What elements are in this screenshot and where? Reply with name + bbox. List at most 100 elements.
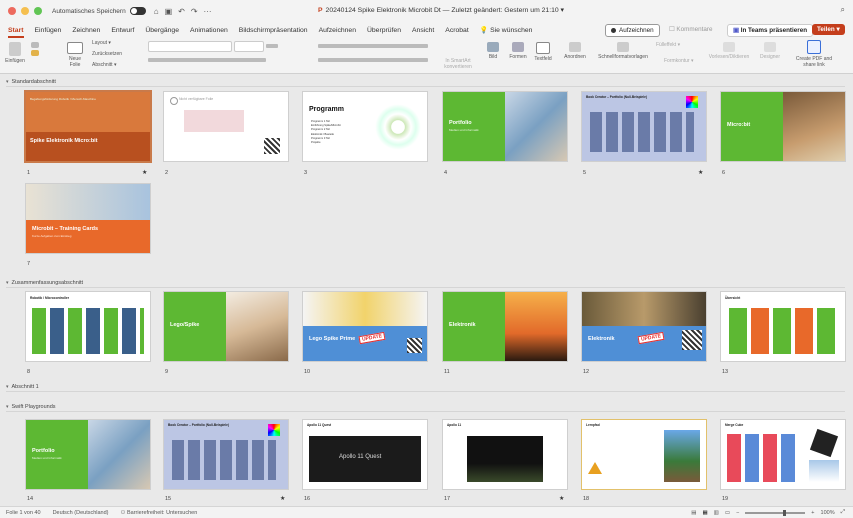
tab-acrobat[interactable]: Acrobat — [445, 27, 468, 34]
dictate-button[interactable]: Vorlesen/Diktieren — [708, 42, 750, 60]
fit-window-icon[interactable]: ⤢ — [841, 509, 845, 516]
tab-entwurf[interactable]: Entwurf — [111, 27, 134, 34]
quick-styles-icon — [617, 42, 629, 52]
arrange-icon — [569, 42, 581, 52]
slide-thumbnail-7[interactable]: Microbit – Training Cards Kurze Aufgaben… — [26, 184, 150, 253]
classroom-photo — [783, 92, 845, 161]
section-header-summary[interactable]: ▾ Zusammenfassungsabschnitt — [6, 280, 83, 286]
reading-view-icon[interactable]: ▥ — [714, 510, 719, 516]
slide-thumbnail-11[interactable]: Elektronik — [443, 292, 567, 361]
font-family-select[interactable] — [148, 41, 232, 52]
slide-thumbnail-8[interactable]: Robotik / Microcontroller — [26, 292, 150, 361]
tab-start[interactable]: Start — [8, 27, 24, 38]
paragraph-align-buttons[interactable] — [318, 58, 428, 62]
cut-copy-icons[interactable] — [28, 42, 42, 58]
paragraph-list-buttons[interactable] — [318, 44, 428, 48]
chevron-down-icon: ▾ — [6, 280, 9, 286]
section-header-standard[interactable]: ▾ Standardabschnitt — [6, 79, 56, 85]
comments-button[interactable]: ☐ Kommentare — [666, 24, 715, 35]
slide-thumbnail-5[interactable]: Book Creator – Portfolio (Null-Beispiele… — [582, 92, 706, 161]
accessibility-check[interactable]: ⚇ Barrierefreiheit: Untersuchen — [121, 510, 198, 516]
text-format-buttons[interactable] — [148, 58, 266, 62]
slide-thumbnail-15[interactable]: Book Creator – Portfolio (Null-Beispiele… — [164, 420, 288, 489]
zoom-level[interactable]: 100% — [821, 510, 835, 516]
slide-thumbnail-16[interactable]: Apollo 11 Quest Apollo 11 Quest — [303, 420, 427, 489]
slideshow-icon[interactable]: ▭ — [725, 510, 730, 516]
tab-animationen[interactable]: Animationen — [190, 27, 228, 34]
minimize-window-button[interactable] — [21, 7, 29, 15]
slide-thumbnail-18[interactable]: Lernpfad — [582, 420, 706, 489]
portfolio-thumbnails-grid — [590, 112, 694, 152]
microbit-photo — [26, 184, 150, 220]
slide-number: 4 — [444, 170, 448, 176]
slide-thumbnail-14[interactable]: Portfolio Medien und Informatik — [26, 420, 150, 489]
quick-styles-button[interactable]: Schnellformatvorlagen — [594, 42, 652, 60]
create-pdf-button[interactable]: Create PDF and share link — [792, 40, 836, 68]
shape-fill-button[interactable]: Fülleffekt ▾ — [656, 42, 680, 48]
reset-button[interactable]: Zurücksetzen — [92, 51, 122, 57]
textbox-button[interactable]: Textfeld — [532, 42, 554, 62]
slide-thumbnail-12[interactable]: Elektronik UPDATE — [582, 292, 706, 361]
smartart-button[interactable]: In SmartArt konvertieren — [438, 58, 478, 70]
tab-bildschirmpraesentation[interactable]: Bildschirmpräsentation — [239, 27, 308, 34]
slide-number: 7 — [27, 261, 31, 267]
autosave-toggle[interactable] — [129, 7, 146, 15]
slide-thumbnail-19[interactable]: Merge Cube — [721, 420, 845, 489]
more-icon[interactable]: ··· — [204, 7, 212, 16]
slide-thumbnail-2[interactable]: Nicht verfügbare Folie — [164, 92, 288, 161]
tab-ueberpruefen[interactable]: Überprüfen — [367, 27, 401, 34]
section-button[interactable]: Abschnitt ▾ — [92, 62, 116, 68]
green-panel — [26, 420, 88, 489]
shapes-button[interactable]: Formen — [508, 42, 528, 60]
zoom-window-button[interactable] — [34, 7, 42, 15]
tab-zeichnen[interactable]: Zeichnen — [72, 27, 100, 34]
font-size-select[interactable] — [234, 41, 264, 52]
record-button[interactable]: Aufzeichnen — [605, 24, 660, 37]
section-header-abschnitt-1[interactable]: ▾ Abschnitt 1 — [6, 384, 39, 390]
arrange-button[interactable]: Anordnen — [564, 42, 586, 60]
slide-thumbnail-17[interactable]: Apollo 11 — [443, 420, 567, 489]
student-robot-photo — [226, 292, 288, 361]
slide-thumbnail-13[interactable]: Übersicht — [721, 292, 845, 361]
normal-view-icon[interactable]: ▤ — [691, 510, 696, 516]
tab-uebergaenge[interactable]: Übergänge — [145, 27, 179, 34]
layout-button[interactable]: Layout ▾ — [92, 40, 111, 46]
section-divider — [6, 391, 845, 392]
powerpoint-icon: P — [318, 7, 323, 14]
new-slide-button[interactable]: Neue Folie — [64, 42, 86, 68]
zoom-in-button[interactable]: + — [811, 510, 814, 516]
language-indicator[interactable]: Deutsch (Deutschland) — [53, 510, 109, 516]
designer-button[interactable]: Designer — [756, 42, 784, 60]
picture-button[interactable]: Bild — [484, 42, 502, 60]
home-icon[interactable]: ⌂ — [154, 7, 159, 16]
slide-number: 2 — [165, 170, 169, 176]
slide-sorter-view-icon[interactable]: ▦ — [702, 510, 707, 516]
slide-thumbnail-6[interactable]: Micro:bit — [721, 92, 845, 161]
present-in-teams-button[interactable]: ▣ In Teams präsentieren — [727, 24, 814, 37]
tab-einfuegen[interactable]: Einfügen — [35, 27, 62, 34]
book-pages-image — [505, 92, 567, 161]
section-header-swift-playgrounds[interactable]: ▾ Swift Playgrounds — [6, 404, 56, 410]
shape-outline-button[interactable]: Formkontur ▾ — [664, 58, 693, 64]
share-button[interactable]: Teilen ▾ — [812, 24, 845, 35]
tab-sie-wuenschen[interactable]: 💡 Sie wünschen — [480, 26, 533, 34]
tab-aufzeichnen[interactable]: Aufzeichnen — [319, 27, 356, 34]
lego-robot-image — [303, 292, 427, 326]
tab-ansicht[interactable]: Ansicht — [412, 27, 434, 34]
close-window-button[interactable] — [8, 7, 16, 15]
slide-thumbnail-10[interactable]: Lego Spike Prime UPDATE — [303, 292, 427, 361]
slide-thumbnail-3[interactable]: Programm Programm 1 Teil Einführung Spik… — [303, 92, 427, 161]
slide-content-box — [184, 110, 244, 132]
slide-thumbnail-4[interactable]: Portfolio Medien und Informatik — [443, 92, 567, 161]
redo-icon[interactable]: ↷ — [191, 7, 198, 16]
slide-thumbnail-9[interactable]: Lego/Spike — [164, 292, 288, 361]
search-icon[interactable]: ⌕ — [841, 5, 845, 15]
zoom-out-button[interactable]: − — [736, 510, 739, 516]
save-icon[interactable]: ▣ — [165, 7, 173, 16]
font-grow-icon[interactable] — [266, 44, 278, 48]
undo-icon[interactable]: ↶ — [178, 7, 185, 16]
paste-button[interactable]: Einfügen — [4, 42, 26, 64]
slide-thumbnail-1[interactable]: Begabungsförderung Robotik / Mensch-Masc… — [26, 92, 150, 161]
zoom-slider[interactable] — [745, 509, 806, 516]
sky-photo — [809, 460, 839, 482]
